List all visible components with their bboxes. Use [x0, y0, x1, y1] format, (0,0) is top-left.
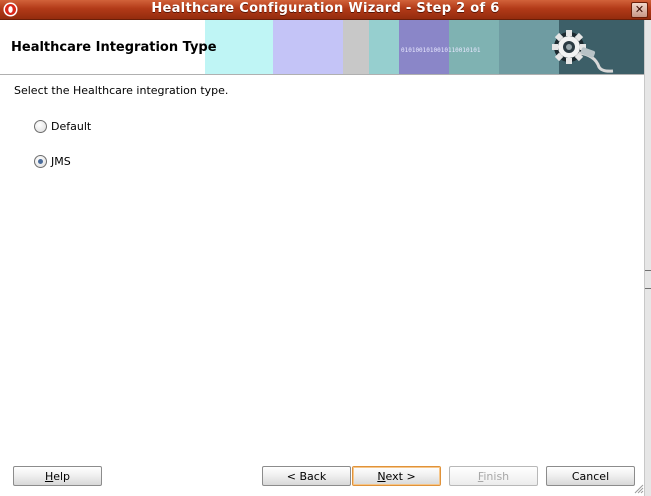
- cancel-button[interactable]: Cancel: [546, 466, 635, 486]
- instruction-text: Select the Healthcare integration type.: [14, 84, 229, 97]
- window-title: Healthcare Configuration Wizard - Step 2…: [151, 1, 500, 16]
- window-titlebar[interactable]: Healthcare Configuration Wizard - Step 2…: [0, 0, 651, 20]
- wizard-header: 0101001010010110010101 Healthcare Integr…: [0, 20, 645, 75]
- gear-plug-icon: [552, 30, 614, 73]
- next-button-label: Next >: [377, 469, 416, 483]
- resize-grip-icon[interactable]: [634, 484, 644, 494]
- radio-label-default: Default: [51, 120, 92, 133]
- edge-marker: [645, 288, 651, 289]
- radio-label-jms: JMS: [51, 155, 71, 168]
- back-button-label: < Back: [286, 469, 327, 483]
- page-title: Healthcare Integration Type: [11, 40, 217, 55]
- help-button[interactable]: Help: [13, 466, 102, 486]
- banner-binary-text: 0101001010010110010101: [401, 47, 481, 54]
- radio-option-jms[interactable]: JMS: [34, 155, 71, 168]
- window-right-edge: [644, 20, 651, 496]
- help-button-label: Help: [44, 469, 71, 483]
- close-icon: ✕: [634, 3, 645, 16]
- next-button[interactable]: Next >: [352, 466, 441, 486]
- radio-option-default[interactable]: Default: [34, 120, 91, 133]
- finish-button-label: Finish: [477, 469, 510, 483]
- finish-button[interactable]: Finish: [449, 466, 538, 486]
- cancel-button-label: Cancel: [571, 469, 610, 483]
- back-button[interactable]: < Back: [262, 466, 351, 486]
- close-button[interactable]: ✕: [631, 2, 648, 18]
- radio-button-jms[interactable]: [34, 155, 47, 168]
- radio-button-default[interactable]: [34, 120, 47, 133]
- edge-marker: [645, 270, 651, 271]
- wizard-content: Select the Healthcare integration type. …: [0, 75, 645, 465]
